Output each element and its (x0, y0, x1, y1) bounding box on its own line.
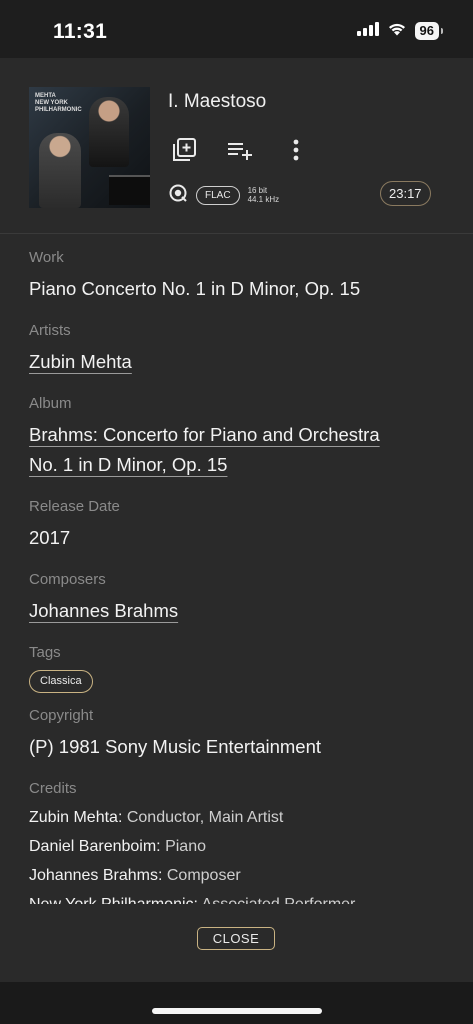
add-to-queue-button[interactable] (226, 138, 254, 166)
quality-row: FLAC 16 bit 44.1 kHz (168, 182, 279, 208)
release-date-field: Release Date 2017 (29, 498, 449, 553)
credit-item: Johannes Brahms: Composer (29, 861, 449, 890)
credit-role: Associated Performer (202, 896, 356, 904)
album-label: Album (29, 395, 72, 412)
credits-field: Credits Zubin Mehta: Conductor, Main Art… (29, 780, 449, 904)
status-icons: 96 (356, 21, 444, 41)
release-date-value: 2017 (29, 527, 71, 548)
credit-item: Daniel Barenboim: Piano (29, 832, 449, 861)
track-duration: 23:17 (380, 181, 431, 206)
track-header: MEHTANEW YORKPHILHARMONIC I. Maestoso (0, 58, 473, 234)
credit-item: New York Philharmonic: Associated Perfor… (29, 890, 449, 904)
track-title: I. Maestoso (168, 91, 267, 112)
details-list[interactable]: Work Piano Concerto No. 1 in D Minor, Op… (29, 244, 449, 904)
more-options-button[interactable] (282, 138, 310, 166)
credits-list: Zubin Mehta: Conductor, Main Artist Dani… (29, 803, 449, 904)
credit-item: Zubin Mehta: Conductor, Main Artist (29, 803, 449, 832)
library-add-icon (171, 137, 197, 168)
wifi-icon (387, 21, 407, 41)
track-info-sheet: MEHTANEW YORKPHILHARMONIC I. Maestoso (0, 58, 473, 982)
composer-link[interactable]: Johannes Brahms (29, 596, 449, 626)
artist-link[interactable]: Zubin Mehta (29, 347, 449, 377)
bit-depth: 16 bit (247, 186, 268, 195)
tags-label: Tags (29, 644, 61, 661)
credit-name: New York Philharmonic: (29, 896, 198, 904)
status-bar: 11:31 96 (0, 0, 473, 58)
tags-field: Tags Classica (29, 644, 449, 693)
status-time: 11:31 (53, 20, 108, 43)
credit-role: Piano (165, 838, 206, 855)
add-to-playlist-button[interactable] (170, 137, 198, 168)
home-area (0, 982, 473, 1024)
cellular-signal-icon (356, 21, 379, 41)
bitrate-info: 16 bit 44.1 kHz (248, 186, 280, 204)
copyright-field: Copyright (P) 1981 Sony Music Entertainm… (29, 707, 449, 762)
album-field: Album Brahms: Concerto for Piano and Orc… (29, 395, 449, 480)
artists-label: Artists (29, 322, 71, 339)
playlist-add-icon (226, 138, 254, 167)
work-label: Work (29, 249, 64, 266)
credit-role: Composer (166, 867, 241, 884)
album-link[interactable]: Brahms: Concerto for Piano and Orchestra… (29, 420, 449, 480)
album-link-line2: No. 1 in D Minor, Op. 15 (29, 454, 228, 475)
format-badge: FLAC (196, 185, 240, 205)
work-field: Work Piano Concerto No. 1 in D Minor, Op… (29, 249, 449, 304)
credit-name: Zubin Mehta: (29, 809, 123, 826)
album-link-line1: Brahms: Concerto for Piano and Orchestra (29, 424, 380, 445)
credits-label: Credits (29, 780, 77, 797)
more-vertical-icon (292, 138, 300, 167)
hi-res-disc-icon (168, 183, 188, 208)
credit-role: Conductor, Main Artist (126, 809, 284, 826)
work-value: Piano Concerto No. 1 in D Minor, Op. 15 (29, 278, 361, 299)
album-art[interactable]: MEHTA NEW YORK PHILHARMONIC (29, 87, 150, 208)
battery-icon: 96 (414, 22, 444, 40)
close-button[interactable]: CLOSE (197, 927, 275, 950)
home-indicator[interactable] (152, 1008, 322, 1014)
sample-rate: 44.1 kHz (247, 195, 280, 204)
copyright-label: Copyright (29, 707, 94, 724)
artists-field: Artists Zubin Mehta (29, 322, 449, 377)
credit-name: Johannes Brahms: (29, 867, 163, 884)
copyright-value: (P) 1981 Sony Music Entertainment (29, 736, 322, 757)
composers-field: Composers Johannes Brahms (29, 571, 449, 626)
release-date-label: Release Date (29, 498, 120, 515)
composers-label: Composers (29, 571, 106, 588)
tag-chip[interactable]: Classica (29, 670, 93, 693)
credit-name: Daniel Barenboim: (29, 838, 161, 855)
